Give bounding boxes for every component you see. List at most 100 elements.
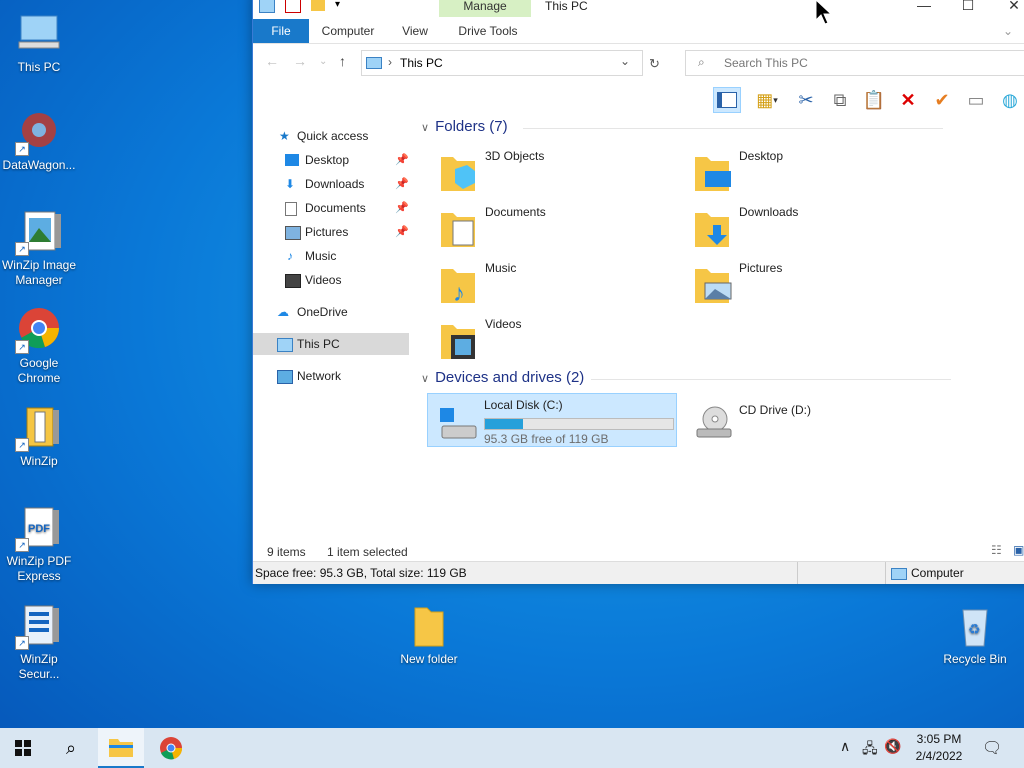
desktop-icon-winzip-secure[interactable]: ↗ WinZip Secur...: [0, 602, 78, 682]
up-arrow-icon[interactable]: ↑: [339, 53, 346, 69]
selection-count: 1 item selected: [327, 545, 408, 559]
title-bar[interactable]: ▾ Manage This PC — ☐ ✕: [253, 0, 1024, 17]
this-pc-small-icon: [366, 57, 382, 69]
desktop-icon-this-pc[interactable]: This PC: [0, 10, 78, 75]
taskbar-chrome[interactable]: [148, 728, 194, 768]
minimize-button[interactable]: —: [909, 0, 939, 13]
rename-icon[interactable]: ▭: [963, 88, 989, 112]
search-icon: ⌕: [698, 55, 705, 69]
desktop-icon-datawagon[interactable]: ↗ DataWagon...: [0, 108, 78, 173]
globe-icon[interactable]: ◍: [997, 88, 1023, 112]
copy-icon[interactable]: ⧉: [827, 88, 853, 112]
address-dropdown-icon[interactable]: ⌄: [620, 54, 630, 68]
clock-time: 3:05 PM: [916, 732, 962, 746]
drive-c[interactable]: Local Disk (C:) 95.3 GB free of 119 GB: [427, 393, 677, 447]
nav-music[interactable]: ♪ Music: [253, 245, 409, 267]
cut-icon[interactable]: ✂: [793, 88, 819, 112]
breadcrumb[interactable]: This PC: [400, 56, 443, 70]
maximize-button[interactable]: ☐: [953, 0, 983, 14]
show-hidden-icons-icon[interactable]: ∧: [840, 738, 850, 755]
shortcut-arrow-icon: ↗: [15, 538, 29, 552]
properties-icon[interactable]: [285, 0, 301, 13]
file-explorer-window: ▾ Manage This PC — ☐ ✕ File Computer Vie…: [252, 0, 1024, 584]
tab-drive-tools[interactable]: Drive Tools: [453, 19, 523, 43]
computer-icon[interactable]: [259, 0, 275, 13]
nav-onedrive[interactable]: ☁ OneDrive: [253, 301, 409, 323]
desktop-icon-recycle-bin[interactable]: ♻ Recycle Bin: [936, 602, 1014, 667]
desktop-icon-winzip-pdf[interactable]: PDF ↗ WinZip PDF Express: [0, 504, 78, 584]
location-label: Computer: [911, 566, 964, 580]
preview-pane-icon[interactable]: [713, 87, 741, 113]
delete-icon[interactable]: ✕: [895, 88, 921, 112]
folder-downloads[interactable]: Downloads: [683, 201, 933, 253]
tab-computer[interactable]: Computer: [319, 19, 377, 43]
desktop-icon-new-folder[interactable]: New folder: [390, 602, 468, 667]
folder-pictures[interactable]: Pictures: [683, 257, 933, 309]
desktop-icon-winzip[interactable]: ↗ WinZip: [0, 404, 78, 469]
item-count: 9 items: [267, 545, 306, 559]
status-bar: 9 items 1 item selected ☷ ▣: [253, 539, 1024, 561]
refresh-icon[interactable]: ↻: [649, 56, 660, 72]
desktop-icon: [285, 154, 299, 166]
search-input[interactable]: ⌕ Search This PC: [685, 50, 1024, 76]
paste-icon[interactable]: 📋: [861, 88, 887, 112]
group-devices-header[interactable]: ∨ Devices and drives (2): [421, 369, 951, 386]
details-bar: Space free: 95.3 GB, Total size: 119 GB …: [253, 561, 1024, 584]
address-bar[interactable]: › This PC ⌄: [361, 50, 643, 76]
close-button[interactable]: ✕: [999, 0, 1024, 14]
qat-dropdown-icon[interactable]: ▾: [335, 0, 349, 11]
new-folder-icon[interactable]: [311, 0, 325, 11]
drive-d[interactable]: CD Drive (D:): [683, 393, 933, 445]
group-folders-header[interactable]: ∨ Folders (7): [421, 118, 943, 135]
folder-videos-icon: [439, 319, 479, 361]
desktop-icon-chrome[interactable]: ↗ Google Chrome: [0, 306, 78, 386]
nav-documents[interactable]: Documents 📌: [253, 197, 409, 219]
search-placeholder: Search This PC: [724, 56, 808, 70]
folder-documents-icon: [439, 207, 479, 249]
folder-3d-objects[interactable]: 3D Objects: [429, 145, 679, 197]
shortcut-arrow-icon: ↗: [15, 636, 29, 650]
nav-videos[interactable]: Videos: [253, 269, 409, 291]
drive-usage-bar: [484, 418, 674, 430]
volume-muted-icon[interactable]: 🔇: [884, 738, 901, 755]
search-icon[interactable]: ⌕: [48, 728, 94, 768]
taskbar-file-explorer[interactable]: [98, 728, 144, 768]
nav-pictures[interactable]: Pictures 📌: [253, 221, 409, 243]
expand-ribbon-icon[interactable]: ⌄: [1001, 19, 1015, 43]
start-button[interactable]: [0, 728, 46, 768]
folder-documents[interactable]: Documents: [429, 201, 679, 253]
forward-arrow-icon[interactable]: →: [293, 53, 307, 69]
recent-locations-icon[interactable]: ⌄: [319, 56, 327, 67]
picture-icon: [285, 226, 301, 240]
tab-manage[interactable]: Manage: [439, 0, 531, 17]
folder-videos[interactable]: Videos: [429, 313, 679, 365]
tab-view[interactable]: View: [395, 19, 435, 43]
details-view-icon[interactable]: ☷: [991, 543, 1002, 557]
folder-music[interactable]: ♪ Music: [429, 257, 679, 309]
nav-this-pc[interactable]: This PC: [253, 333, 409, 355]
ribbon-tabs: File Computer View Drive Tools ⌄: [253, 19, 1024, 44]
chrome-icon: [160, 737, 183, 760]
nav-downloads[interactable]: ⬇ Downloads 📌: [253, 173, 409, 195]
nav-network[interactable]: Network: [253, 365, 409, 387]
group-divider: [591, 379, 951, 380]
folder-icon: [405, 602, 453, 650]
pin-icon: 📌: [395, 178, 409, 190]
properties-dropdown-icon[interactable]: ▦ ▾: [749, 88, 785, 112]
clock[interactable]: 3:05 PM 2/4/2022: [904, 731, 974, 765]
network-status-icon[interactable]: 🖧: [862, 738, 878, 762]
notifications-icon[interactable]: 🗨: [982, 738, 1002, 758]
back-arrow-icon[interactable]: ←: [265, 53, 279, 69]
shortcut-arrow-icon: ↗: [15, 242, 29, 256]
nav-desktop[interactable]: Desktop 📌: [253, 149, 409, 171]
divider: [885, 562, 886, 584]
folder-downloads-icon: [693, 207, 733, 249]
pin-icon: 📌: [395, 202, 409, 214]
network-icon: [277, 370, 293, 384]
tab-file[interactable]: File: [253, 19, 309, 43]
folder-desktop[interactable]: Desktop: [683, 145, 933, 197]
checkmark-icon[interactable]: ✔: [929, 88, 955, 112]
desktop-icon-winzip-image-manager[interactable]: ↗ WinZip Image Manager: [0, 208, 78, 288]
nav-quick-access[interactable]: ★ Quick access: [253, 125, 409, 147]
tiles-view-icon[interactable]: ▣: [1013, 543, 1024, 557]
